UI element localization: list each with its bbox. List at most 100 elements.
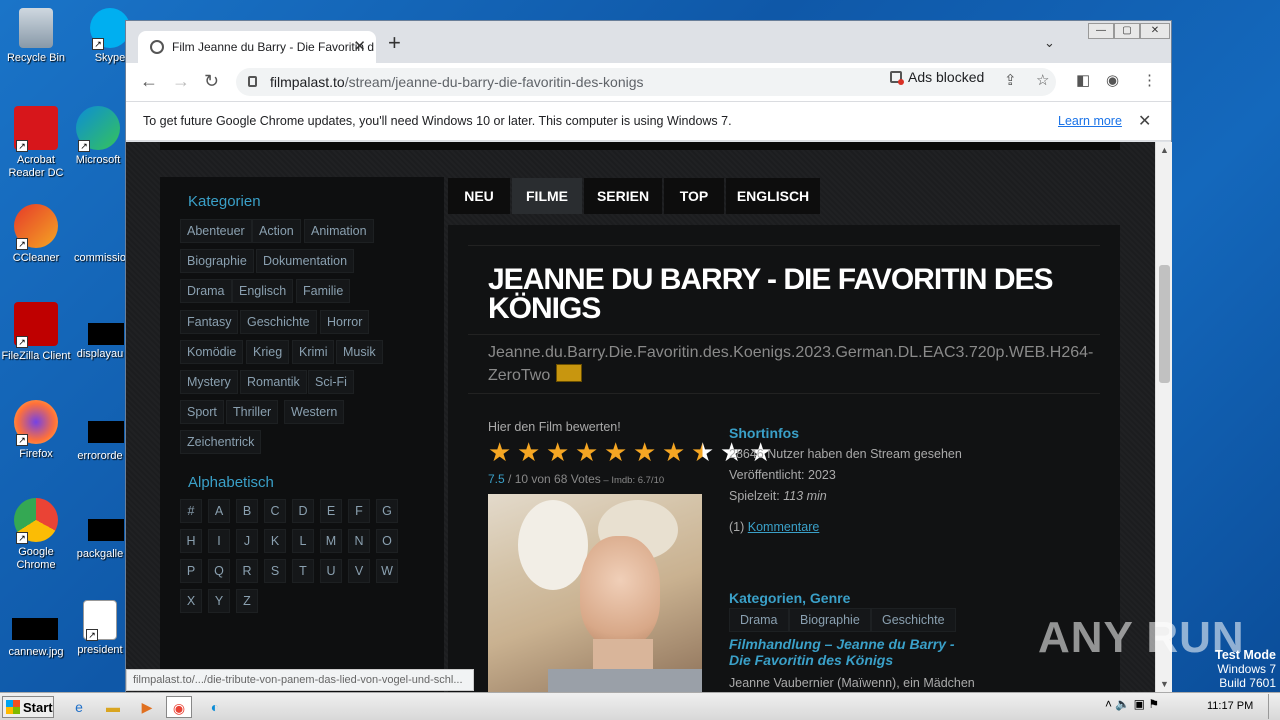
media-player-icon[interactable]: ▶ <box>134 696 160 718</box>
category-link[interactable]: Abenteuer <box>180 219 252 243</box>
alphabet-link[interactable]: H <box>180 529 202 553</box>
category-link[interactable]: Romantik <box>240 370 307 394</box>
category-link[interactable]: Englisch <box>232 279 294 304</box>
rating-star-icon[interactable]: ★ <box>517 439 540 465</box>
alphabet-link[interactable]: F <box>348 499 370 523</box>
alphabet-link[interactable]: E <box>320 499 342 523</box>
clock[interactable]: 11:17 PM <box>1207 700 1253 712</box>
alphabet-link[interactable]: # <box>180 499 202 523</box>
comments-link[interactable]: Kommentare <box>748 520 820 534</box>
category-link[interactable]: Geschichte <box>240 309 317 334</box>
alphabet-link[interactable]: C <box>264 499 286 523</box>
alphabet-link[interactable]: I <box>208 529 230 553</box>
tab-close-icon[interactable]: ✕ <box>353 37 366 55</box>
category-link[interactable]: Action <box>252 219 301 243</box>
scroll-down-arrow-icon[interactable]: ▼ <box>1160 679 1169 689</box>
alphabet-link[interactable]: W <box>376 559 398 583</box>
close-window-button[interactable]: ✕ <box>1140 23 1170 39</box>
rating-star-icon[interactable]: ★ <box>575 439 598 465</box>
explorer-folder-icon[interactable]: ▬ <box>100 696 126 718</box>
alphabet-link[interactable]: P <box>180 559 202 583</box>
alphabet-link[interactable]: Q <box>208 559 230 583</box>
category-link[interactable]: Thriller <box>226 400 279 425</box>
rating-star-icon[interactable]: ★ <box>604 439 627 465</box>
page-scrollbar[interactable]: ▲ ▼ <box>1155 142 1172 692</box>
new-tab-button[interactable]: + <box>388 32 401 54</box>
category-link[interactable]: Horror <box>320 309 370 334</box>
rating-star-icon[interactable]: ★ <box>546 439 569 465</box>
chrome-icon[interactable]: ↗ Google Chrome <box>0 498 72 572</box>
nav-filme[interactable]: FILME <box>512 178 582 214</box>
category-link[interactable]: Krimi <box>292 339 335 364</box>
category-link[interactable]: Biographie <box>180 249 254 274</box>
category-link[interactable]: Drama <box>180 279 232 304</box>
nav-neu[interactable]: NEU <box>448 178 510 214</box>
scroll-up-arrow-icon[interactable]: ▲ <box>1160 145 1169 155</box>
side-panel-icon[interactable]: ◧ <box>1076 71 1090 89</box>
genre-tag[interactable]: Biographie <box>789 608 871 632</box>
rating-star-icon[interactable]: ★ <box>633 439 656 465</box>
alphabet-link[interactable]: S <box>264 559 286 583</box>
nav-serien[interactable]: SERIEN <box>584 178 662 214</box>
volume-icon[interactable]: 🔈 <box>1115 697 1130 711</box>
rating-star-icon[interactable]: ★ <box>488 439 511 465</box>
recycle-bin-icon[interactable]: Recycle Bin <box>0 8 72 65</box>
alphabet-link[interactable]: R <box>236 559 258 583</box>
alphabet-link[interactable]: K <box>264 529 286 553</box>
edge-taskbar-icon[interactable]: ◐ <box>202 696 228 718</box>
category-link[interactable]: Western <box>284 400 345 425</box>
category-link[interactable]: Dokumentation <box>256 249 355 274</box>
category-link[interactable]: Sci-Fi <box>308 370 354 394</box>
category-link[interactable]: Musik <box>336 339 383 364</box>
category-link[interactable]: Komödie <box>180 339 244 364</box>
alphabet-link[interactable]: D <box>292 499 314 523</box>
firefox-icon[interactable]: ↗ Firefox <box>0 400 72 461</box>
maximize-button[interactable]: ▢ <box>1114 23 1140 39</box>
start-button[interactable]: Start <box>2 696 54 718</box>
flag-icon[interactable]: ⚑ <box>1148 697 1159 711</box>
nav-top[interactable]: TOP <box>664 178 724 214</box>
rating-star-icon[interactable]: ★ <box>662 439 685 465</box>
bookmark-star-icon[interactable]: ☆ <box>1036 71 1049 89</box>
forward-arrow-icon[interactable]: → <box>172 71 190 92</box>
alphabet-link[interactable]: O <box>376 529 398 553</box>
show-desktop-button[interactable] <box>1268 694 1278 719</box>
tab-search-chevron-icon[interactable]: ⌄ <box>1044 35 1055 51</box>
filezilla-icon[interactable]: ↗ FileZilla Client <box>0 302 72 363</box>
alphabet-link[interactable]: Z <box>236 589 258 613</box>
tray-chevron-icon[interactable]: ˄ <box>1105 697 1112 711</box>
category-link[interactable]: Fantasy <box>180 309 239 334</box>
reload-icon[interactable]: ↻ <box>204 71 219 92</box>
alphabet-link[interactable]: J <box>236 529 258 553</box>
category-link[interactable]: Zeichentrick <box>180 430 262 455</box>
category-link[interactable]: Mystery <box>180 370 238 394</box>
minimize-button[interactable]: — <box>1088 23 1114 39</box>
alphabet-link[interactable]: A <box>208 499 230 523</box>
infobar-close-icon[interactable]: ✕ <box>1138 111 1151 131</box>
alphabet-link[interactable]: N <box>348 529 370 553</box>
alphabet-link[interactable]: T <box>292 559 314 583</box>
edge-icon[interactable]: ↗ Microsoft <box>62 106 134 167</box>
back-arrow-icon[interactable]: ← <box>140 71 158 92</box>
menu-kebab-icon[interactable]: ⋮ <box>1142 71 1157 89</box>
alphabet-link[interactable]: X <box>180 589 202 613</box>
alphabet-link[interactable]: M <box>320 529 342 553</box>
scroll-thumb[interactable] <box>1159 265 1170 383</box>
movie-poster[interactable] <box>488 494 702 692</box>
browser-tab[interactable]: Film Jeanne du Barry - Die Favoritin d ✕ <box>138 31 376 63</box>
learn-more-link[interactable]: Learn more <box>1058 114 1122 128</box>
ie-icon[interactable]: e <box>66 696 92 718</box>
category-link[interactable]: Familie <box>296 279 351 304</box>
network-icon[interactable]: ▣ <box>1134 697 1145 711</box>
genre-tag[interactable]: Drama <box>729 608 789 632</box>
image-file-icon[interactable]: cannew.jpg <box>0 646 72 659</box>
alphabet-link[interactable]: B <box>236 499 258 523</box>
genre-tag[interactable]: Geschichte <box>871 608 956 632</box>
category-link[interactable]: Animation <box>304 219 374 243</box>
alphabet-link[interactable]: U <box>320 559 342 583</box>
nav-englisch[interactable]: ENGLISCH <box>726 178 820 214</box>
ccleaner-icon[interactable]: ↗ CCleaner <box>0 204 72 265</box>
alphabet-link[interactable]: V <box>348 559 370 583</box>
share-icon[interactable]: ⇪ <box>1004 71 1017 89</box>
chrome-taskbar-icon[interactable]: ◉ <box>166 696 192 718</box>
